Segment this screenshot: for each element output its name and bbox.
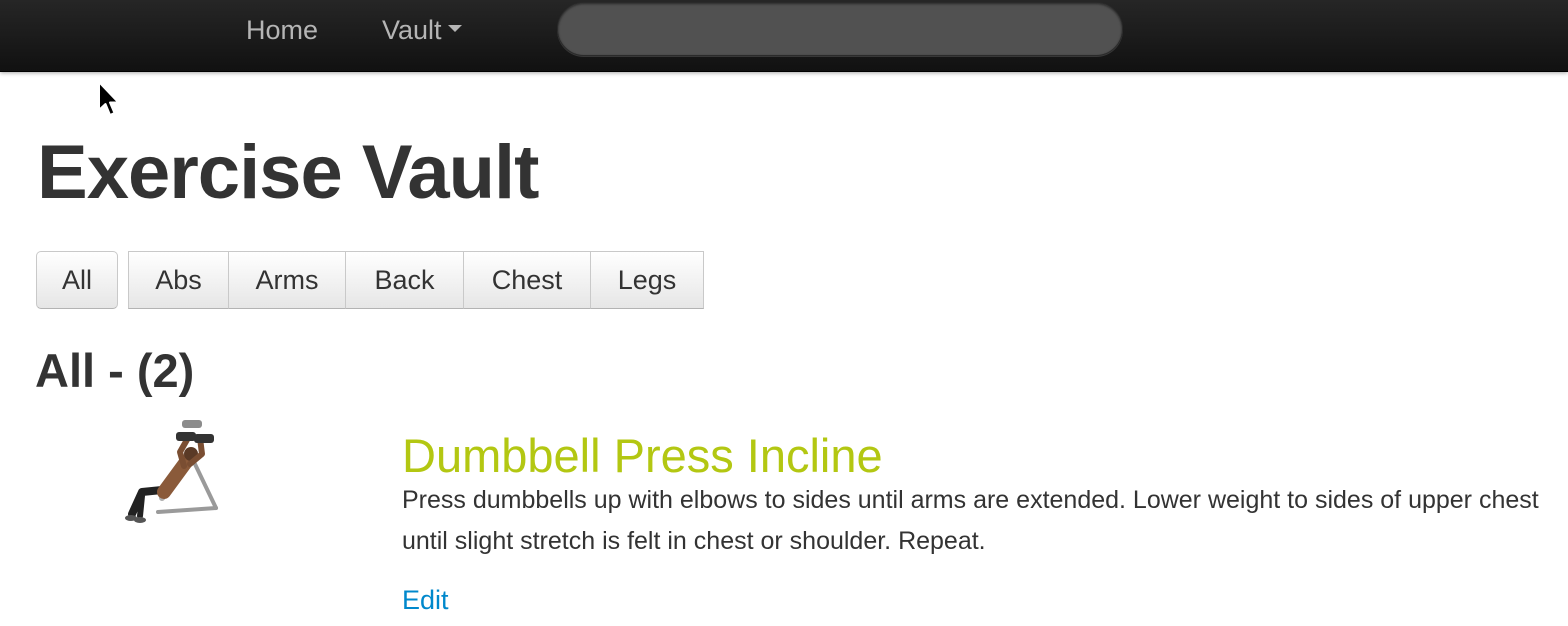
nav-vault-dropdown[interactable]: Vault (382, 14, 462, 46)
exercise-thumbnail-icon (125, 420, 218, 523)
section-heading: All - (2) (35, 344, 195, 397)
edit-exercise-link[interactable]: Edit (402, 582, 449, 618)
mouse-cursor-icon (98, 81, 120, 116)
nav-home-link[interactable]: Home (246, 14, 318, 46)
search-input[interactable] (557, 2, 1123, 56)
filter-back-button[interactable]: Back (345, 251, 464, 309)
filter-chest-button[interactable]: Chest (463, 251, 591, 309)
exercise-title-link[interactable]: Dumbbell Press Incline (402, 428, 883, 484)
exercise-description: Press dumbbells up with elbows to sides … (402, 486, 1539, 555)
chevron-down-icon (447, 25, 462, 33)
filter-arms-button[interactable]: Arms (228, 251, 346, 309)
page-title: Exercise Vault (37, 130, 539, 215)
filter-all-button[interactable]: All (36, 251, 118, 309)
nav-vault-label: Vault (382, 15, 442, 45)
top-navbar: Home Vault (0, 0, 1568, 72)
filter-abs-button[interactable]: Abs (128, 251, 229, 309)
filter-legs-button[interactable]: Legs (590, 251, 704, 309)
